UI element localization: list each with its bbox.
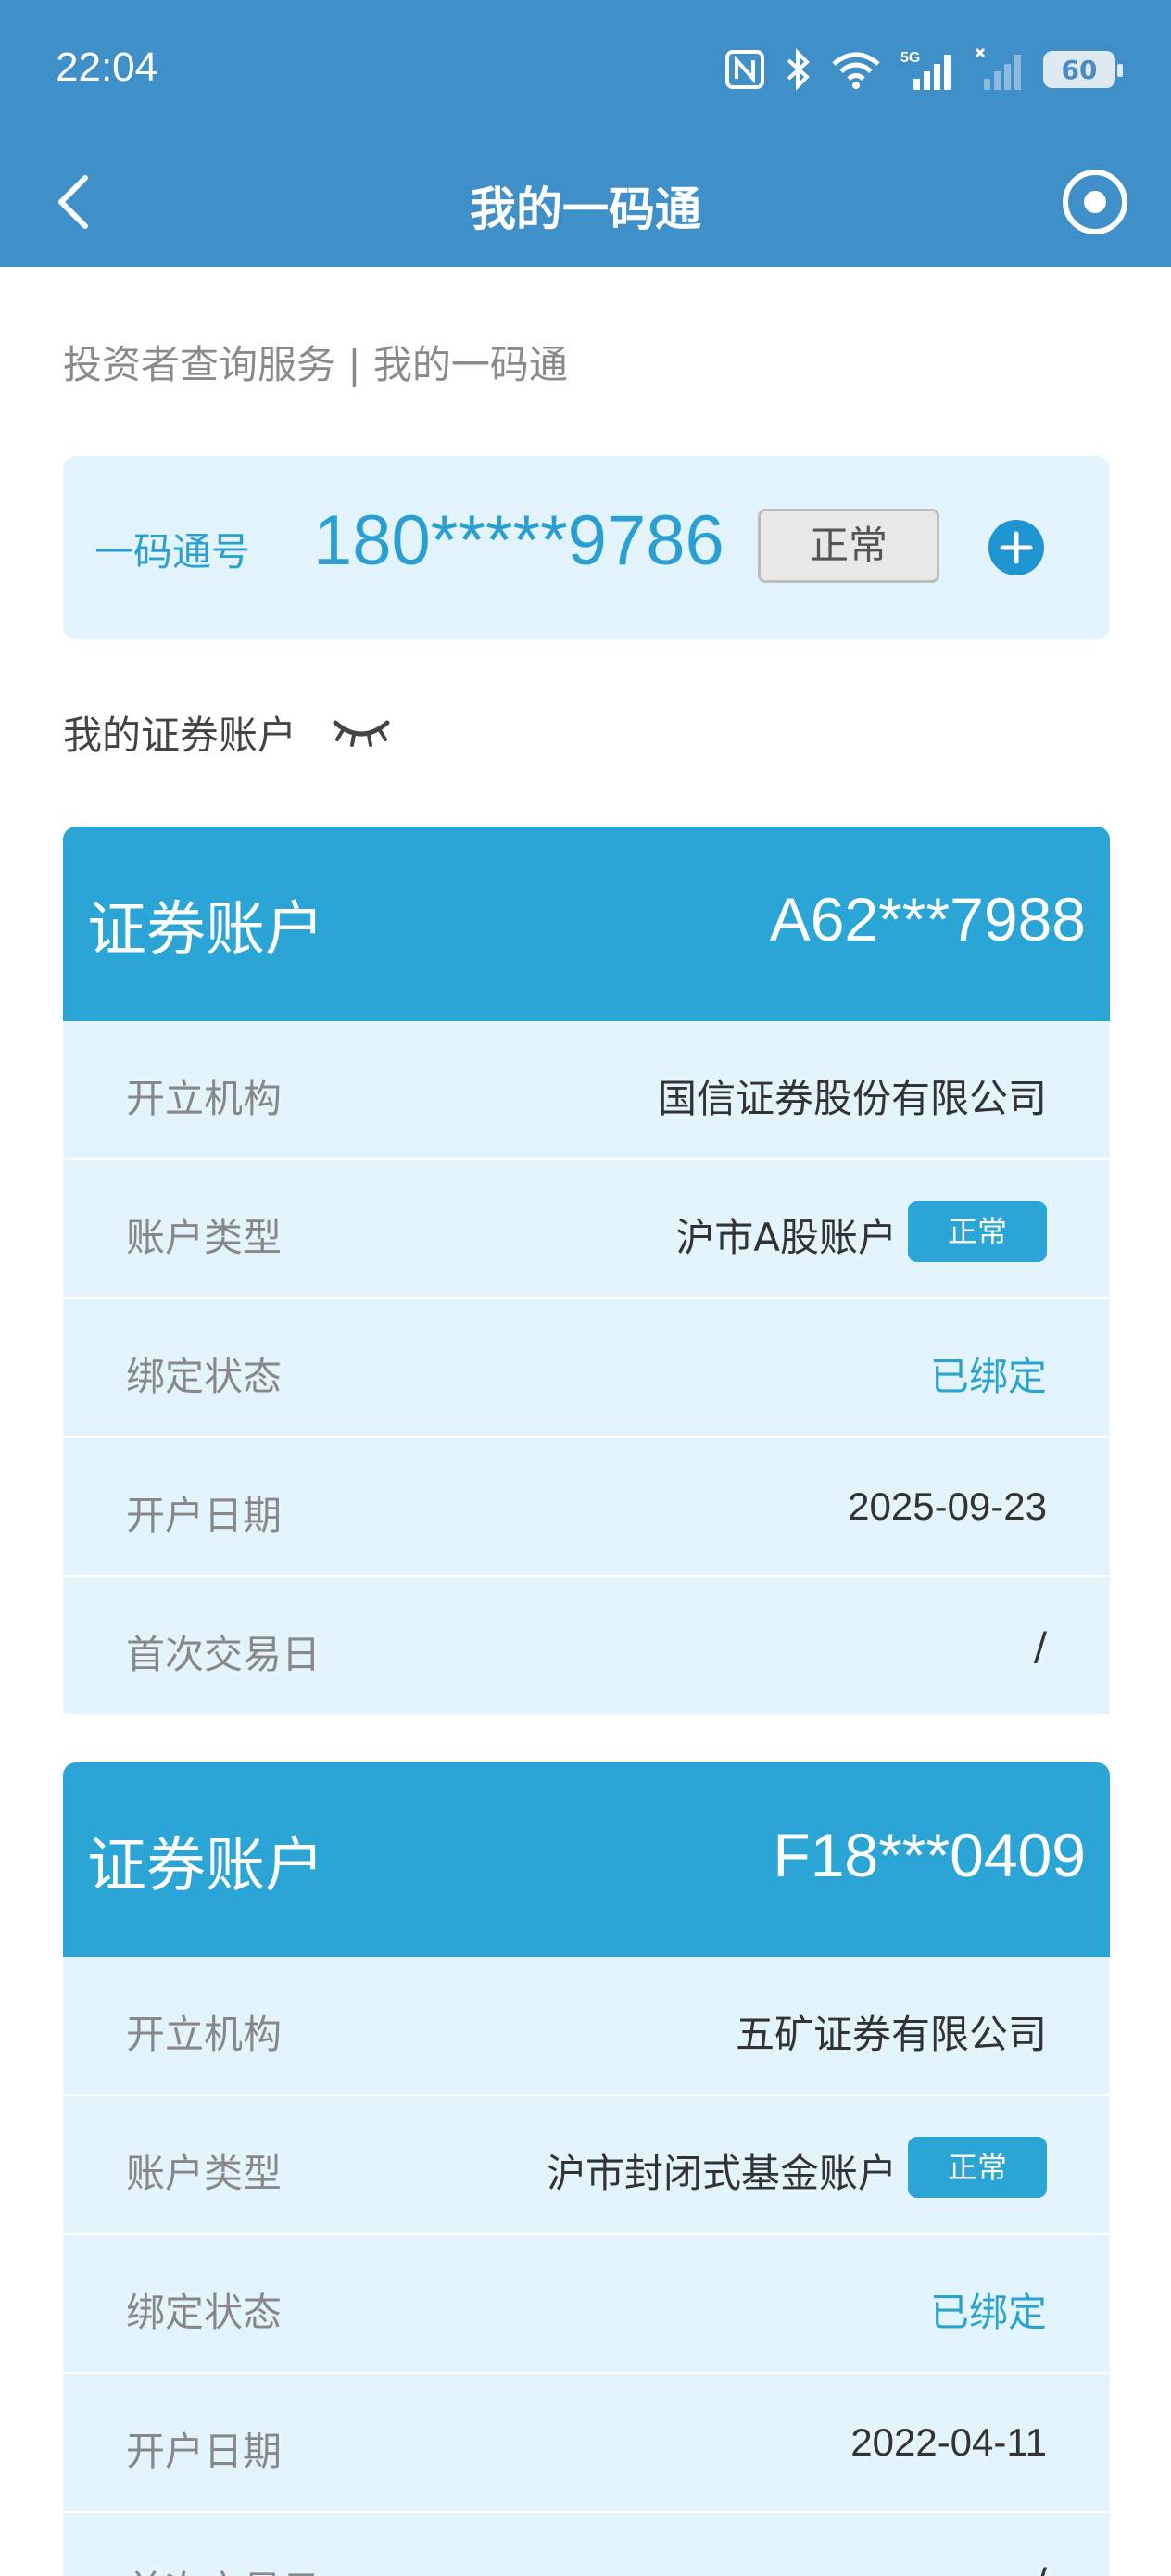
row-label: 开户日期 [126,2429,283,2474]
first-trade-value: / [1033,1623,1047,1669]
institution-value: 五矿证券有限公司 [735,2012,1047,2057]
open-date-text: 2025-09-23 [848,1484,1047,1528]
bind-status-row: 绑定状态 已绑定 [63,1299,1110,1438]
row-label: 绑定状态 [126,2290,283,2335]
first-trade-row: 首次交易日 / [63,1577,1110,1716]
code-number: 180*****9786 [313,501,724,580]
open-date-value: 2022-04-11 [850,2420,1047,2465]
page-title: 我的一码通 [470,183,701,236]
bind-status-value: 已绑定 [929,2290,1047,2335]
account-number: F18***0409 [773,1821,1086,1889]
bind-status-row: 绑定状态 已绑定 [63,2235,1110,2374]
institution-value: 国信证券股份有限公司 [657,1076,1047,1121]
open-date-row: 开户日期 2022-04-11 [63,2374,1110,2513]
breadcrumb: 投资者查询服务 | 我的一码通 [63,342,568,387]
hide-eye-icon[interactable] [332,713,391,751]
account-card: 证券账户 A62***7988 开立机构 国信证券股份有限公司 账户类型 沪市A… [63,827,1110,1716]
row-label: 绑定状态 [126,1354,283,1399]
institution-row: 开立机构 国信证券股份有限公司 [63,1021,1110,1160]
open-date-text: 2022-04-11 [850,2420,1047,2464]
account-type-row: 账户类型 沪市A股账户 正常 [63,1160,1110,1299]
account-card-header: 证券账户 F18***0409 [63,1762,1110,1957]
row-label: 首次交易日 [126,2559,321,2576]
row-label: 开立机构 [126,1076,283,1121]
account-card-header: 证券账户 A62***7988 [63,827,1110,1021]
account-type-value: 沪市A股账户 正常 [675,1200,1047,1263]
more-options-icon[interactable] [1056,163,1134,241]
account-card: 证券账户 F18***0409 开立机构 五矿证券有限公司 账户类型 沪市封闭式… [63,1762,1110,2576]
status-icons: 5G 60 [724,46,1123,93]
network-label: 5G [900,50,920,66]
status-bar: 22:04 5G 60 [0,0,1171,137]
code-label: 一码通号 [94,529,251,575]
account-type-text: 沪市封闭式基金账户 [546,2151,897,2196]
first-trade-value: / [1034,2559,1047,2576]
row-label: 首次交易日 [126,1632,321,1677]
app-header: 我的一码通 [0,137,1171,267]
bluetooth-icon [787,48,810,91]
account-title: 证券账户 [87,1832,324,1900]
status-time: 22:04 [56,44,158,90]
row-label: 开户日期 [126,1493,283,1538]
row-label: 账户类型 [126,2151,283,2196]
account-type-row: 账户类型 沪市封闭式基金账户 正常 [63,2096,1110,2235]
account-type-text: 沪市A股账户 [675,1215,897,1260]
open-date-row: 开户日期 2025-09-23 [63,1438,1110,1577]
add-icon[interactable] [988,519,1045,576]
account-number: A62***7988 [769,885,1086,953]
row-label: 账户类型 [126,1215,283,1260]
code-status-badge: 正常 [758,509,939,583]
bind-status-value: 已绑定 [929,1354,1047,1399]
battery-icon: 60 [1043,51,1123,88]
account-type-value: 沪市封闭式基金账户 正常 [546,2136,1047,2199]
status-badge: 正常 [908,2136,1047,2198]
first-trade-row: 首次交易日 / [63,2513,1110,2576]
signal-weak-icon [975,47,1021,90]
nfc-icon [725,50,764,89]
one-code-card: 一码通号 180*****9786 正常 [63,456,1110,639]
wifi-icon [832,52,880,89]
row-label: 开立机构 [126,2012,283,2057]
institution-row: 开立机构 五矿证券有限公司 [63,1957,1110,2096]
account-title: 证券账户 [87,896,324,965]
section-title: 我的证券账户 [63,713,297,758]
status-badge: 正常 [908,1200,1047,1262]
signal-5g-icon: 5G [900,50,951,90]
open-date-value: 2025-09-23 [848,1484,1047,1529]
